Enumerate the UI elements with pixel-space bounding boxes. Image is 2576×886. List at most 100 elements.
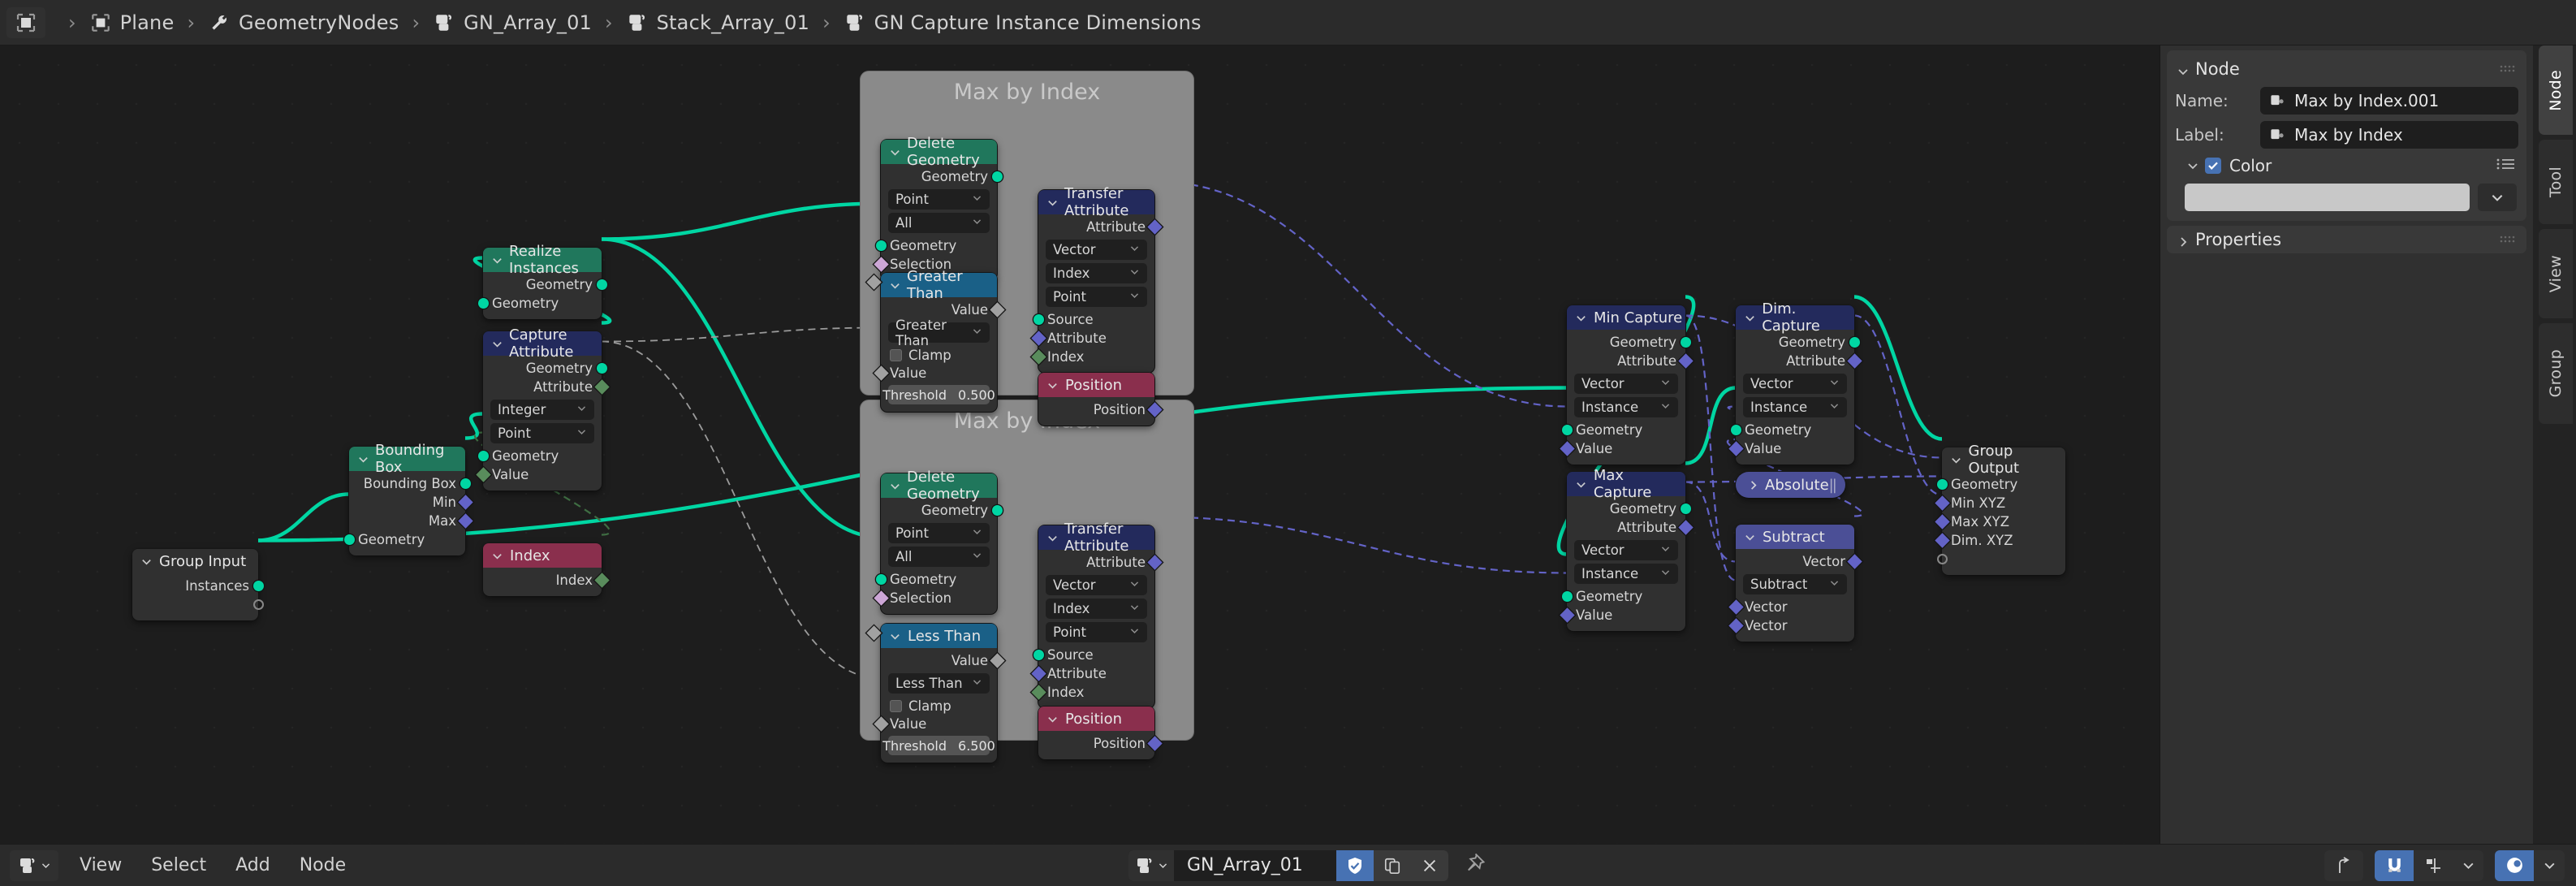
output-socket-geometry[interactable] (991, 171, 1003, 182)
input-socket-dim-xyz[interactable] (1934, 533, 1950, 548)
output-socket-geometry[interactable] (596, 279, 607, 290)
list-options-icon[interactable] (2496, 157, 2517, 175)
footer-editor-type-button[interactable] (10, 849, 58, 881)
node-header[interactable]: Delete Geometry (881, 135, 997, 169)
node-header[interactable]: Group Input (132, 549, 258, 573)
node-header[interactable]: Transfer Attribute (1038, 185, 1154, 219)
node-header[interactable]: Realize Instances (483, 243, 602, 277)
node-editor-canvas[interactable]: Max by Index Max by Index Group Input Inst… (0, 45, 2160, 844)
input-socket-geometry[interactable] (875, 574, 887, 585)
node-dropdown[interactable]: All (888, 213, 990, 233)
input-socket-value[interactable] (1559, 607, 1575, 623)
output-socket-instances[interactable] (252, 581, 264, 591)
snap-target-button[interactable] (2414, 850, 2453, 881)
footer-menu-node[interactable]: Node (300, 855, 346, 875)
node-less-than[interactable]: Less Than Value Less Than Clamp Value Thresho… (866, 624, 1005, 763)
node-dropdown[interactable]: Point (490, 423, 594, 443)
input-socket-value[interactable] (475, 467, 491, 482)
node-greater-than[interactable]: Greater Than Value Greater Than Clamp Value T… (866, 268, 1005, 412)
node-header[interactable]: Min Capture (1567, 305, 1685, 330)
node-dropdown[interactable]: Vector (1046, 240, 1147, 260)
node-dropdown[interactable]: Vector (1574, 540, 1678, 560)
node-dim-capture[interactable]: Dim. Capture Geometry Attribute Vector Insta… (1728, 300, 1862, 465)
node-group-input[interactable]: Group Input Instances (132, 549, 264, 620)
proportional-falloff-dropdown[interactable] (2534, 850, 2565, 881)
node-header[interactable]: Transfer Attribute (1038, 521, 1154, 555)
node-dropdown[interactable]: Point (1046, 287, 1147, 307)
snap-toggle-button[interactable] (2375, 849, 2414, 881)
node-checkbox-row[interactable]: Clamp (881, 697, 997, 715)
input-socket-vector[interactable] (1728, 618, 1744, 633)
chevron-down-icon[interactable] (357, 452, 369, 465)
node-header[interactable]: Delete Geometry (881, 469, 997, 503)
checkbox[interactable] (890, 348, 902, 361)
node-dropdown[interactable]: Instance (1574, 397, 1678, 417)
node-header[interactable]: Position (1038, 707, 1154, 731)
sidebar-tab-group[interactable]: Group (2539, 323, 2573, 424)
breadcrumb-item-2[interactable]: GN_Array_01 (433, 11, 592, 34)
footer-menu-select[interactable]: Select (151, 855, 206, 875)
node-min-capture[interactable]: Min Capture Geometry Attribute Vector Instan… (1559, 305, 1694, 465)
chevron-down-icon[interactable] (889, 629, 902, 642)
node-dropdown[interactable]: Vector (1743, 374, 1847, 394)
node-header[interactable]: Subtract (1736, 525, 1854, 549)
virtual-socket[interactable] (252, 599, 264, 610)
output-socket-attribute[interactable] (593, 379, 610, 395)
node-dropdown[interactable]: Point (888, 523, 990, 543)
node-color-swatch[interactable] (2185, 184, 2470, 211)
input-socket-geometry[interactable] (477, 298, 489, 309)
editor-type-button[interactable] (6, 6, 45, 38)
node-delete-geometry-2[interactable]: Delete Geometry Geometry Point All Geometry S… (873, 469, 1003, 614)
input-socket-geometry[interactable] (1561, 591, 1573, 602)
chevron-down-icon[interactable] (889, 145, 901, 158)
node-dropdown[interactable]: Index (1046, 599, 1147, 619)
node-header[interactable]: Group Output (1942, 443, 2065, 477)
chevron-down-icon[interactable] (1744, 530, 1757, 543)
node-color-checkbox[interactable] (2205, 158, 2221, 174)
input-socket-geometry[interactable] (1730, 425, 1741, 435)
node-index-node[interactable]: Index Index (483, 543, 610, 596)
node-panel-header[interactable]: Node (2167, 55, 2526, 83)
node-value-field[interactable]: Threshold 6.500 (866, 625, 995, 755)
node-dropdown[interactable]: Point (888, 189, 990, 210)
node-dropdown[interactable]: All (888, 547, 990, 567)
checkbox[interactable] (890, 699, 902, 712)
node-color-dropdown[interactable] (2478, 184, 2517, 211)
output-socket-attribute[interactable] (1677, 353, 1694, 369)
output-socket-geometry[interactable] (596, 363, 607, 374)
properties-panel-header[interactable]: Properties (2167, 226, 2526, 253)
input-socket-value[interactable] (1559, 441, 1575, 456)
chevron-down-icon[interactable] (1575, 478, 1588, 491)
node-name-field[interactable]: Max by Index.001 (2260, 87, 2518, 115)
node-capture-attribute[interactable]: Capture Attribute Geometry Attribute Intege… (475, 326, 610, 491)
node-header[interactable]: Dim. Capture (1736, 300, 1854, 335)
chevron-down-icon[interactable] (491, 253, 503, 266)
node-dropdown[interactable]: Point (1046, 622, 1147, 642)
input-socket-max-xyz[interactable] (1934, 514, 1950, 529)
node-dropdown[interactable]: Index (1046, 263, 1147, 283)
input-socket-min-xyz[interactable] (1934, 495, 1950, 511)
input-socket-value[interactable] (1728, 441, 1744, 456)
node-absolute[interactable]: Absolute || (1736, 472, 1845, 498)
node-header[interactable]: Bounding Box (349, 442, 465, 476)
node-dropdown[interactable]: Vector (1574, 374, 1678, 394)
node-delete-geometry-1[interactable]: Delete Geometry Geometry Point All Geometry S… (873, 135, 1003, 280)
output-socket-min[interactable] (457, 495, 473, 510)
node-header[interactable]: Greater Than (881, 268, 997, 302)
node-header[interactable]: Less Than (881, 624, 997, 648)
nodetree-name-field[interactable]: GN_Array_01 (1174, 855, 1336, 875)
chevron-down-icon[interactable] (1046, 531, 1059, 544)
parent-up-button[interactable] (2324, 850, 2363, 881)
breadcrumb-item-3[interactable]: Stack_Array_01 (626, 11, 809, 34)
input-socket-geometry[interactable] (477, 451, 489, 461)
output-socket-geometry[interactable] (1849, 337, 1860, 348)
input-socket-vector[interactable] (1728, 599, 1744, 615)
input-socket-geometry[interactable] (343, 534, 355, 545)
chevron-down-icon[interactable] (889, 479, 901, 492)
input-socket-source[interactable] (1033, 650, 1044, 660)
sidebar-tab-view[interactable]: View (2539, 229, 2573, 318)
node-realize-instances[interactable]: Realize Instances Geometry Geometry (477, 243, 607, 319)
virtual-socket[interactable] (1936, 554, 1948, 564)
node-transfer-attribute-1[interactable]: Transfer Attribute Attribute Vector Index Po… (1030, 185, 1163, 373)
node-label-field[interactable]: Max by Index (2260, 121, 2518, 149)
